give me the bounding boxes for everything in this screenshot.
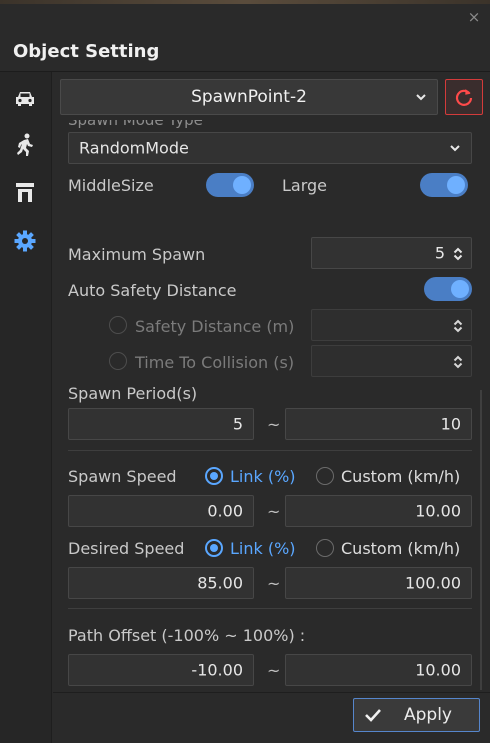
middle-size-toggle[interactable] <box>206 173 254 197</box>
window-title: Object Setting <box>13 41 160 62</box>
spawn-speed-custom-label: Custom (km/h) <box>341 467 461 486</box>
auto-safety-label: Auto Safety Distance <box>68 281 237 300</box>
desired-speed-link-radio[interactable] <box>205 539 223 557</box>
spawn-point-select[interactable]: SpawnPoint-2 <box>60 79 438 115</box>
safety-distance-label: Safety Distance (m) <box>135 317 295 336</box>
section-divider <box>68 608 472 609</box>
chevron-down-icon <box>416 94 426 101</box>
vertical-scrollbar[interactable] <box>480 390 482 690</box>
range-separator: ~ <box>267 574 281 593</box>
reset-button[interactable] <box>445 79 483 115</box>
stepper-icon <box>453 319 463 333</box>
spawn-speed-custom-radio[interactable] <box>316 467 334 485</box>
range-separator: ~ <box>267 661 281 680</box>
path-offset-label: Path Offset (-100% ~ 100%) : <box>68 626 306 645</box>
safety-distance-radio[interactable] <box>109 316 127 334</box>
spawn-period-max-input[interactable]: 10 <box>285 408 472 440</box>
time-to-collision-radio[interactable] <box>109 352 127 370</box>
path-offset-min-input[interactable]: -10.00 <box>68 654 254 686</box>
spawn-period-min-value: 5 <box>232 414 243 434</box>
spawn-speed-link-radio[interactable] <box>205 467 223 485</box>
stepper-icon <box>453 355 463 369</box>
spawn-point-select-value: SpawnPoint-2 <box>191 87 307 107</box>
settings-scroll-area[interactable]: Spawn Mode Type RandomMode MiddleSize La… <box>60 120 478 740</box>
refresh-icon <box>455 89 473 106</box>
close-button[interactable]: × <box>466 9 482 25</box>
spawn-mode-select[interactable]: RandomMode <box>68 132 472 164</box>
path-offset-min-value: -10.00 <box>191 660 243 680</box>
large-toggle[interactable] <box>420 173 468 197</box>
spawn-speed-min-input[interactable]: 0.00 <box>68 495 254 527</box>
time-to-collision-label: Time To Collision (s) <box>135 353 295 372</box>
settings-panel: SpawnPoint-2 Spawn Mode Type RandomMode … <box>53 72 490 743</box>
path-offset-max-input[interactable]: 10.00 <box>285 654 472 686</box>
sidebar <box>0 72 52 743</box>
large-label: Large <box>282 176 328 195</box>
spawn-speed-link-label: Link (%) <box>230 467 296 486</box>
spawn-period-max-value: 10 <box>440 414 461 434</box>
desired-speed-min-value: 85.00 <box>197 573 243 593</box>
spawn-speed-max-input[interactable]: 10.00 <box>285 495 472 527</box>
maximum-spawn-stepper[interactable]: 5 <box>311 237 472 269</box>
apply-button-label: Apply <box>404 705 452 725</box>
spawn-speed-label: Spawn Speed <box>68 467 177 486</box>
maximum-spawn-value: 5 <box>434 243 445 263</box>
apply-button[interactable]: Apply <box>353 698 480 732</box>
spawn-period-label: Spawn Period(s) <box>68 384 198 403</box>
desired-speed-min-input[interactable]: 85.00 <box>68 567 254 599</box>
car-icon[interactable] <box>10 86 40 112</box>
spawner-icon[interactable] <box>10 180 40 206</box>
footer-separator <box>53 692 490 693</box>
middle-size-label: MiddleSize <box>68 176 154 195</box>
range-separator: ~ <box>267 415 281 434</box>
desired-speed-custom-radio[interactable] <box>316 539 334 557</box>
stepper-icon[interactable] <box>453 247 463 261</box>
check-icon <box>365 709 381 722</box>
title-bar: × Object Setting <box>0 4 490 72</box>
safety-distance-stepper <box>311 309 472 341</box>
auto-safety-toggle[interactable] <box>424 277 472 301</box>
path-offset-max-value: 10.00 <box>415 660 461 680</box>
walker-icon[interactable] <box>10 132 40 158</box>
spawn-speed-min-value: 0.00 <box>207 501 243 521</box>
desired-speed-label: Desired Speed <box>68 539 185 558</box>
desired-speed-custom-label: Custom (km/h) <box>341 539 461 558</box>
section-divider <box>68 450 472 451</box>
chevron-down-icon <box>450 145 460 152</box>
maximum-spawn-label: Maximum Spawn <box>68 245 206 264</box>
spawn-period-min-input[interactable]: 5 <box>68 408 254 440</box>
desired-speed-max-input[interactable]: 100.00 <box>285 567 472 599</box>
desired-speed-max-value: 100.00 <box>405 573 461 593</box>
desired-speed-link-label: Link (%) <box>230 539 296 558</box>
gear-icon[interactable] <box>10 228 40 254</box>
spawn-mode-value: RandomMode <box>79 138 189 158</box>
time-to-collision-stepper <box>311 345 472 377</box>
mode-type-label: Spawn Mode Type <box>68 120 203 128</box>
spawn-speed-max-value: 10.00 <box>415 501 461 521</box>
range-separator: ~ <box>267 502 281 521</box>
